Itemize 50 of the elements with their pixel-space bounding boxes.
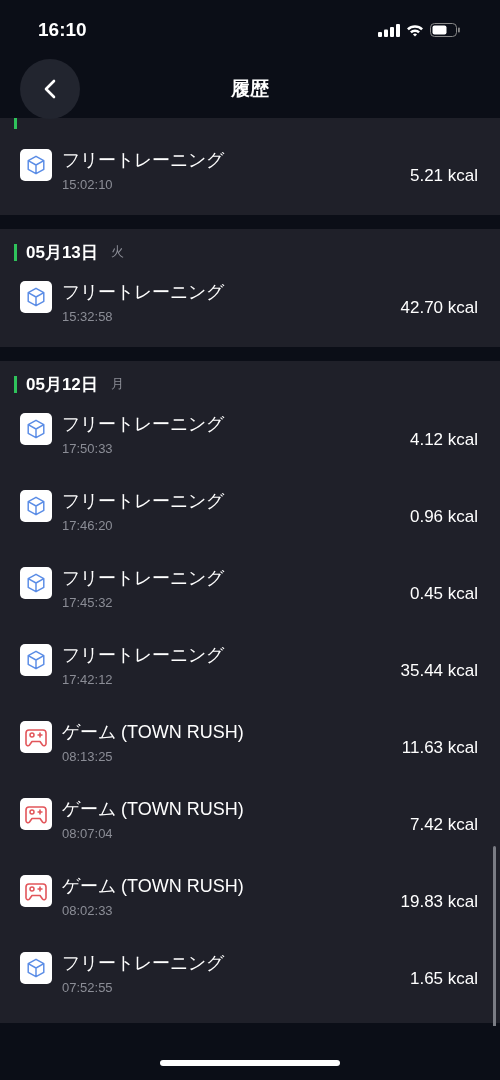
signal-icon [378, 23, 400, 37]
activity-time: 08:02:33 [62, 903, 114, 918]
calorie-value: 35.44 kcal [400, 661, 478, 681]
gamepad-icon [20, 721, 52, 753]
activity-name: ゲーム (TOWN RUSH) [62, 721, 245, 743]
calorie-value: 11.63 kcal [401, 738, 478, 758]
cube-icon [20, 567, 52, 599]
cube-icon [20, 952, 52, 984]
activity-time: 08:13:25 [62, 749, 114, 764]
activity-time: 17:42:12 [62, 672, 114, 687]
activity-time: 17:45:32 [62, 595, 114, 610]
activity-name: フリートレーニング [62, 149, 225, 171]
calorie-value: 4.12 kcal [409, 430, 478, 450]
calorie-value: 5.21 kcal [409, 166, 478, 186]
battery-icon [430, 23, 460, 37]
activity-name: フリートレーニング [62, 644, 225, 666]
chevron-left-icon [43, 78, 57, 100]
cube-icon [20, 281, 52, 313]
activity-time: 17:50:33 [62, 441, 114, 456]
gamepad-icon [20, 875, 52, 907]
activity-name: フリートレーニング [62, 490, 225, 512]
activity-time: 08:07:04 [62, 826, 114, 841]
calorie-value: 19.83 kcal [400, 892, 478, 912]
cube-icon [20, 413, 52, 445]
activity-name: フリートレーニング [62, 413, 225, 435]
date-heading: 05月13日 [26, 241, 98, 264]
activity-name: フリートレーニング [62, 281, 225, 303]
page-title: 履歴 [231, 77, 269, 101]
activity-time: 07:52:55 [62, 980, 114, 995]
cube-icon [20, 644, 52, 676]
activity-name: フリートレーニング [62, 952, 225, 974]
calorie-value: 7.42 kcal [409, 815, 478, 835]
weekday-label: 火 [110, 243, 124, 261]
activity-time: 17:46:20 [62, 518, 114, 533]
date-heading: 05月12日 [26, 373, 98, 396]
calorie-value: 0.45 kcal [409, 584, 478, 604]
status-time: 16:10 [38, 19, 87, 41]
gamepad-icon [20, 798, 52, 830]
cube-icon [20, 149, 52, 181]
calorie-value: 1.65 kcal [409, 969, 478, 989]
wifi-icon [406, 23, 424, 37]
weekday-label: 月 [110, 375, 124, 393]
activity-name: フリートレーニング [62, 567, 225, 589]
activity-name: ゲーム (TOWN RUSH) [62, 798, 245, 820]
calorie-value: 0.96 kcal [409, 507, 478, 527]
activity-time: 15:02:10 [62, 177, 114, 192]
activity-time: 15:32:58 [62, 309, 114, 324]
calorie-value: 42.70 kcal [400, 298, 478, 318]
cube-icon [20, 490, 52, 522]
activity-name: ゲーム (TOWN RUSH) [62, 875, 245, 897]
